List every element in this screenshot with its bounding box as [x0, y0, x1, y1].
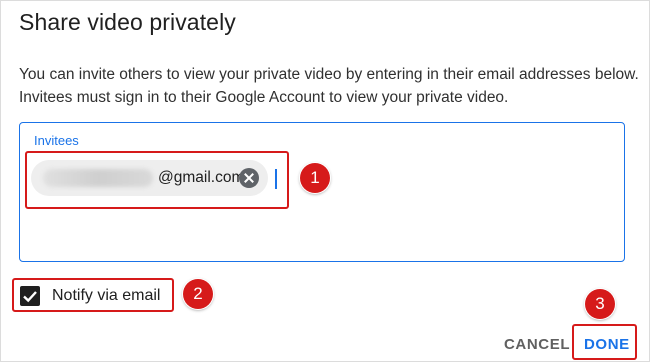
annotation-badge-3: 3 [585, 289, 615, 319]
highlight-box-notify [12, 278, 174, 312]
invitees-label: Invitees [34, 133, 79, 148]
highlight-box-done [572, 324, 637, 360]
cancel-button[interactable]: CANCEL [504, 336, 570, 353]
highlight-box-email [25, 151, 289, 209]
dialog-title: Share video privately [19, 9, 236, 35]
annotation-badge-2: 2 [183, 279, 213, 309]
annotation-badge-1: 1 [300, 163, 330, 193]
dialog-description: You can invite others to view your priva… [19, 66, 639, 106]
